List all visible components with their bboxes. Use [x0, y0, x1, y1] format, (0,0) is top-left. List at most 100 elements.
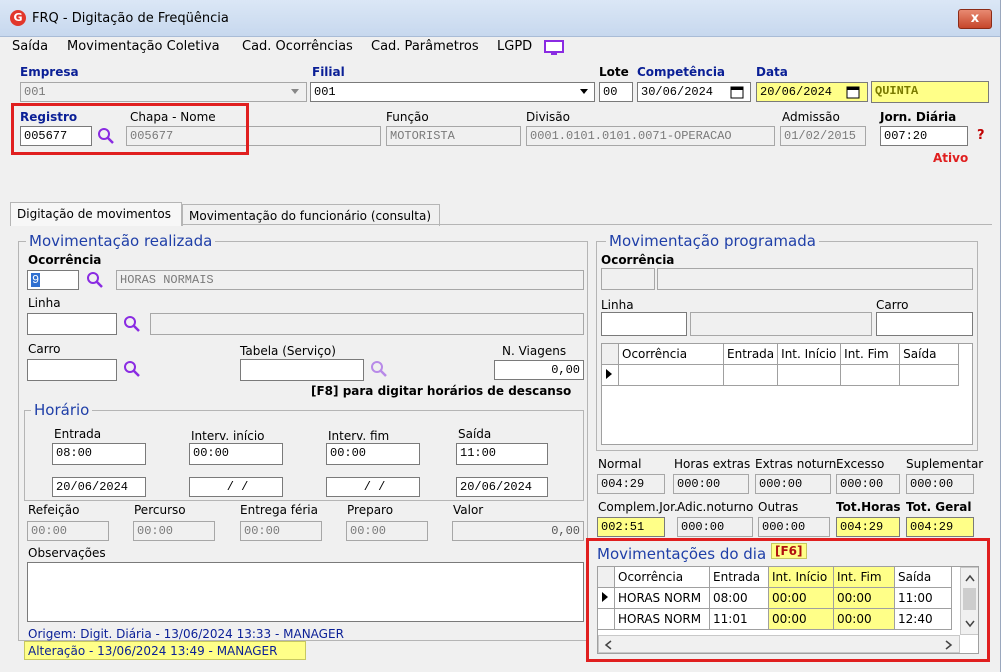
dia-cell[interactable]: 11:01	[709, 608, 769, 630]
tabela-label: Tabela (Serviço)	[240, 344, 336, 358]
tab-movimentacao-funcionario[interactable]: Movimentação do funcionário (consulta)	[182, 204, 440, 226]
normal-value: 004:29	[597, 474, 665, 494]
entrada-date-input[interactable]: 20/06/2024	[52, 477, 146, 497]
vertical-scrollbar[interactable]	[960, 567, 978, 635]
tot-geral-value: 004:29	[906, 517, 974, 537]
programada-ocorrencia-code	[601, 268, 655, 290]
complem-label: Complem.Jor.	[598, 500, 678, 514]
dia-cell[interactable]: HORAS NORM	[614, 587, 710, 609]
calendar-icon[interactable]	[730, 85, 744, 99]
ocorrencia-label: Ocorrência	[28, 253, 102, 267]
table-row[interactable]: HORAS NORM 08:00 00:00 00:00 11:00	[598, 587, 952, 609]
monitor-icon[interactable]	[544, 40, 564, 56]
extras-noturnas-value: 000:00	[755, 474, 831, 494]
search-icon[interactable]	[86, 271, 104, 289]
grid-header-int-inicio[interactable]: Int. Início	[777, 343, 842, 365]
suplementar-value: 000:00	[906, 474, 974, 494]
f6-shortcut-badge[interactable]: [F6]	[771, 543, 807, 559]
carro-input[interactable]	[27, 359, 117, 381]
dia-header-int-fim[interactable]: Int. Fim	[833, 567, 895, 588]
horario-title: Horário	[31, 401, 93, 419]
title-bar: G FRQ - Digitação de Freqüência x	[0, 0, 1000, 37]
close-button[interactable]: x	[958, 9, 992, 29]
tab-digitacao-movimentos[interactable]: Digitação de movimentos	[10, 202, 182, 226]
saida-date-input[interactable]: 20/06/2024	[456, 477, 548, 497]
dia-grid[interactable]: Ocorrência Entrada Int. Início Int. Fim …	[597, 566, 979, 654]
calendar-icon[interactable]	[846, 85, 860, 99]
viagens-input[interactable]: 0,00	[494, 360, 584, 380]
grid-header-int-fim[interactable]: Int. Fim	[840, 343, 901, 365]
dia-cell[interactable]: 00:00	[833, 587, 895, 609]
competencia-label: Competência	[637, 65, 726, 79]
grid-header-ocorrencia[interactable]: Ocorrência	[618, 343, 724, 365]
grid-header-saida[interactable]: Saída	[899, 343, 960, 365]
programada-title: Movimentação programada	[606, 232, 819, 250]
tot-horas-value: 004:29	[836, 517, 900, 537]
ocorrencia-code-input[interactable]: 9	[27, 270, 79, 290]
grid-corner	[601, 343, 619, 365]
weekday-display: QUINTA	[871, 81, 989, 103]
programada-carro-label: Carro	[876, 298, 909, 312]
saida-input[interactable]: 11:00	[456, 443, 548, 465]
entrada-input[interactable]: 08:00	[52, 443, 146, 465]
interv-fim-input[interactable]: 00:00	[326, 443, 420, 465]
linha-input[interactable]	[27, 313, 117, 335]
entrega-input: 00:00	[240, 521, 322, 541]
interv-fim-date-input[interactable]: / /	[326, 477, 420, 497]
dia-cell[interactable]: 12:40	[894, 608, 952, 630]
alteracao-box: Alteração - 13/06/2024 13:49 - MANAGER	[24, 641, 306, 660]
entrega-label: Entrega féria	[240, 503, 318, 517]
horizontal-scrollbar[interactable]	[598, 635, 960, 653]
scroll-arrow-icon[interactable]	[945, 640, 953, 650]
menu-movimentacao-coletiva[interactable]: Movimentação Coletiva	[67, 39, 220, 54]
grid-header-entrada[interactable]: Entrada	[722, 343, 779, 365]
admissao-input: 01/02/2015	[780, 126, 866, 146]
dia-header-int-inicio[interactable]: Int. Início	[768, 567, 834, 588]
scroll-arrow-icon[interactable]	[965, 620, 975, 628]
table-row[interactable]	[601, 364, 960, 386]
interv-inicio-input[interactable]: 00:00	[189, 443, 283, 465]
menu-lgpd[interactable]: LGPD	[497, 39, 532, 54]
dia-header-ocorrencia[interactable]: Ocorrência	[614, 567, 710, 588]
dia-cell[interactable]: 00:00	[768, 587, 834, 609]
lote-input[interactable]: 00	[599, 82, 633, 102]
dia-cell[interactable]: 00:00	[768, 608, 834, 630]
programada-linha-input	[601, 312, 687, 336]
scroll-arrow-icon[interactable]	[965, 574, 975, 582]
dia-header-entrada[interactable]: Entrada	[709, 567, 769, 588]
adic-noturno-label: Adic.noturno	[677, 500, 754, 514]
interv-inicio-date-input[interactable]: / /	[189, 477, 283, 497]
search-icon[interactable]	[123, 360, 141, 378]
empresa-select[interactable]: 001	[20, 82, 307, 102]
refeicao-label: Refeição	[28, 503, 80, 517]
menu-cad-parametros[interactable]: Cad. Parâmetros	[371, 39, 479, 54]
percurso-label: Percurso	[134, 503, 186, 517]
dia-cell[interactable]: 00:00	[833, 608, 895, 630]
tabela-input[interactable]	[240, 359, 364, 381]
scroll-thumb[interactable]	[963, 588, 976, 610]
jornada-input[interactable]: 007:20	[880, 126, 968, 146]
excesso-value: 000:00	[836, 474, 900, 494]
dia-cell[interactable]: HORAS NORM	[614, 608, 710, 630]
filial-select[interactable]: 001	[310, 82, 595, 102]
status-badge: Ativo	[933, 151, 969, 165]
help-icon[interactable]: ?	[977, 128, 985, 143]
dia-cell[interactable]: 08:00	[709, 587, 769, 609]
programada-ocorrencia-label: Ocorrência	[601, 253, 675, 267]
search-icon[interactable]	[123, 315, 141, 333]
table-row[interactable]: HORAS NORM 11:01 00:00 00:00 12:40	[598, 608, 952, 630]
menu-saida[interactable]: Saída	[12, 39, 48, 54]
programada-grid[interactable]: Ocorrência Entrada Int. Início Int. Fim …	[601, 343, 973, 445]
divisao-input: 0001.0101.0101.0071-OPERACAO	[526, 126, 775, 146]
search-icon[interactable]	[370, 360, 388, 378]
complem-value: 002:51	[597, 517, 665, 537]
observacoes-textarea[interactable]	[27, 562, 584, 622]
menu-cad-ocorrencias[interactable]: Cad. Ocorrências	[242, 39, 353, 54]
empresa-label: Empresa	[20, 65, 79, 79]
dia-header-saida[interactable]: Saída	[894, 567, 952, 588]
outras-value: 000:00	[758, 517, 830, 537]
dia-cell[interactable]: 11:00	[894, 587, 952, 609]
funcao-label: Função	[386, 110, 429, 124]
desktop-background	[1001, 0, 1008, 672]
scroll-arrow-icon[interactable]	[604, 640, 612, 650]
